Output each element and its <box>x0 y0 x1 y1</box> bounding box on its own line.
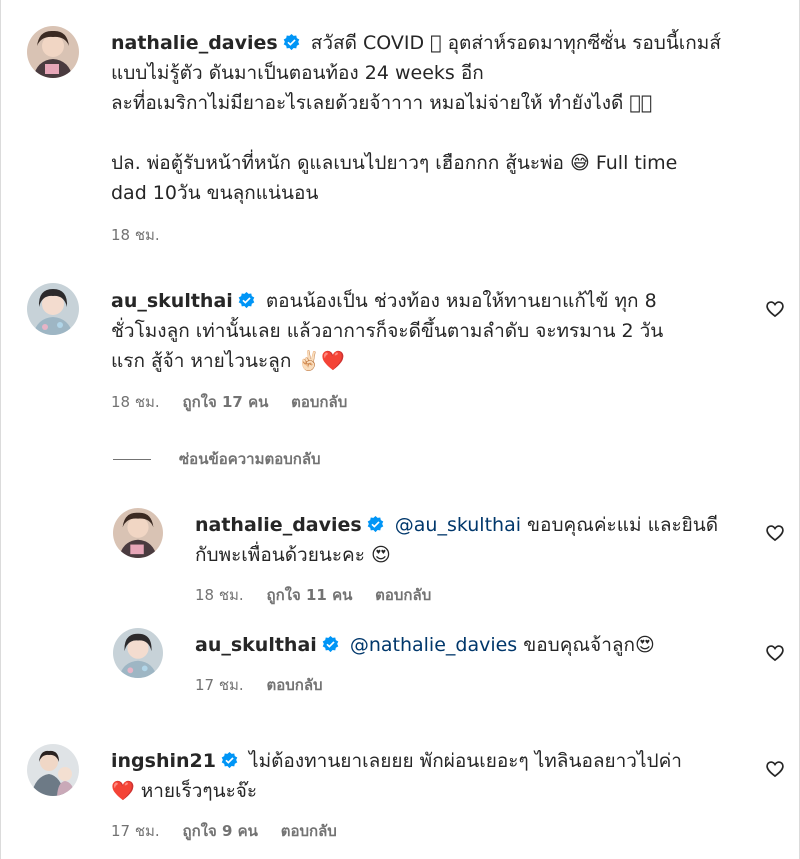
comment-line: ปล. พ่อตู้รับหน้าที่หนัก ดูแลเบนไปยาวๆ เ… <box>111 152 678 174</box>
reply-username[interactable]: nathalie_davies <box>195 514 362 536</box>
comment-line: ไม่ต้องทานยาเลยยย พักผ่อนเยอะๆ ไทลินอลยา… <box>249 750 682 772</box>
reply-button[interactable]: ตอบกลับ <box>266 676 322 694</box>
avatar[interactable] <box>113 508 163 558</box>
reply-meta: 18 ชม. ถูกใจ 11 คน ตอบกลับ <box>195 584 449 606</box>
like-heart-icon[interactable] <box>765 299 785 319</box>
comment-username[interactable]: au_skulthai <box>111 290 233 312</box>
like-heart-icon[interactable] <box>765 643 785 663</box>
avatar[interactable] <box>113 628 163 678</box>
reply-username[interactable]: au_skulthai <box>195 634 317 656</box>
verified-badge-icon <box>220 751 239 770</box>
comment-line: ❤️ หายเร็วๆนะจ๊ะ <box>111 780 258 802</box>
comment-text: nathalie_davies สวัสดี COVID 󾌴 อุตส่าห์ร… <box>111 28 751 208</box>
comment-line: ตอนน้องเป็น ช่วงท้อง หมอให้ทานยาแก้ไข้ ท… <box>265 290 657 312</box>
reply-line: ขอบคุณจ้าลูก😍 <box>517 634 655 656</box>
comment-text: ingshin21 ไม่ต้องทานยาเลยยย พักผ่อนเยอะๆ… <box>111 746 751 806</box>
verified-badge-icon <box>366 515 385 534</box>
hide-replies-label: ซ่อนข้อความตอบกลับ <box>179 450 321 468</box>
reply-text: au_skulthai @nathalie_davies ขอบคุณจ้าลู… <box>195 630 755 660</box>
comment-meta: 18 ชม. <box>111 224 178 246</box>
comment-time[interactable]: 18 ชม. <box>111 393 160 411</box>
comment-line: dad 10วัน ขนลุกแน่นอน <box>111 182 319 204</box>
likes-count[interactable]: ถูกใจ 11 คน <box>266 586 352 604</box>
hide-replies-button[interactable]: ซ่อนข้อความตอบกลับ <box>113 448 321 470</box>
comment-time[interactable]: 17 ชม. <box>111 822 160 840</box>
comment-line: แบบไม่รู้ตัว ดันมาเป็นตอนท้อง 24 weeks อ… <box>111 62 484 84</box>
reply-meta: 17 ชม. ตอบกลับ <box>195 674 341 696</box>
reply-button[interactable]: ตอบกลับ <box>291 393 347 411</box>
comment-text: au_skulthai ตอนน้องเป็น ช่วงท้อง หมอให้ท… <box>111 286 751 376</box>
mention-link[interactable]: @nathalie_davies <box>350 634 517 656</box>
reply-button[interactable]: ตอบกลับ <box>281 822 337 840</box>
verified-badge-icon <box>282 33 301 52</box>
like-heart-icon[interactable] <box>765 759 785 779</box>
comment-time[interactable]: 18 ชม. <box>111 226 160 244</box>
comment-meta: 18 ชม. ถูกใจ 17 คน ตอบกลับ <box>111 391 365 413</box>
comment-username[interactable]: ingshin21 <box>111 750 216 772</box>
comment-line: ละที่อเมริกาไม่มียาอะไรเลยด้วยจ้าาาา หมอ… <box>111 92 653 114</box>
mention-link[interactable]: @au_skulthai <box>395 514 521 536</box>
comment-meta: 17 ชม. ถูกใจ 9 คน ตอบกลับ <box>111 820 355 842</box>
comment-line: ชั่วโมงลูก เท่านั้นเลย แล้วอาการก็จะดีขึ… <box>111 320 664 342</box>
comment-line: แรก สู้จ้า หายไวนะลูก ✌🏻❤️ <box>111 350 345 372</box>
reply-time[interactable]: 17 ชม. <box>195 676 244 694</box>
comment-username[interactable]: nathalie_davies <box>111 32 278 54</box>
avatar[interactable] <box>27 283 79 335</box>
like-heart-icon[interactable] <box>765 523 785 543</box>
reply-line: กับพะเพื่อนด้วยนะคะ 😍 <box>195 544 391 566</box>
verified-badge-icon <box>321 635 340 654</box>
comment-line: สวัสดี COVID 󾌴 อุตส่าห์รอดมาทุกซีซั่น รอ… <box>310 32 721 54</box>
reply-text: nathalie_davies @au_skulthai ขอบคุณค่ะแม… <box>195 510 755 570</box>
reply-button[interactable]: ตอบกลับ <box>375 586 431 604</box>
likes-count[interactable]: ถูกใจ 17 คน <box>182 393 268 411</box>
comments-panel: nathalie_davies สวัสดี COVID 󾌴 อุตส่าห์ร… <box>0 0 800 859</box>
reply-line: ขอบคุณค่ะแม่ และยินดี <box>521 514 719 536</box>
avatar[interactable] <box>27 26 79 78</box>
reply-time[interactable]: 18 ชม. <box>195 586 244 604</box>
divider <box>113 459 151 460</box>
verified-badge-icon <box>237 291 256 310</box>
likes-count[interactable]: ถูกใจ 9 คน <box>182 822 257 840</box>
avatar[interactable] <box>27 744 79 796</box>
